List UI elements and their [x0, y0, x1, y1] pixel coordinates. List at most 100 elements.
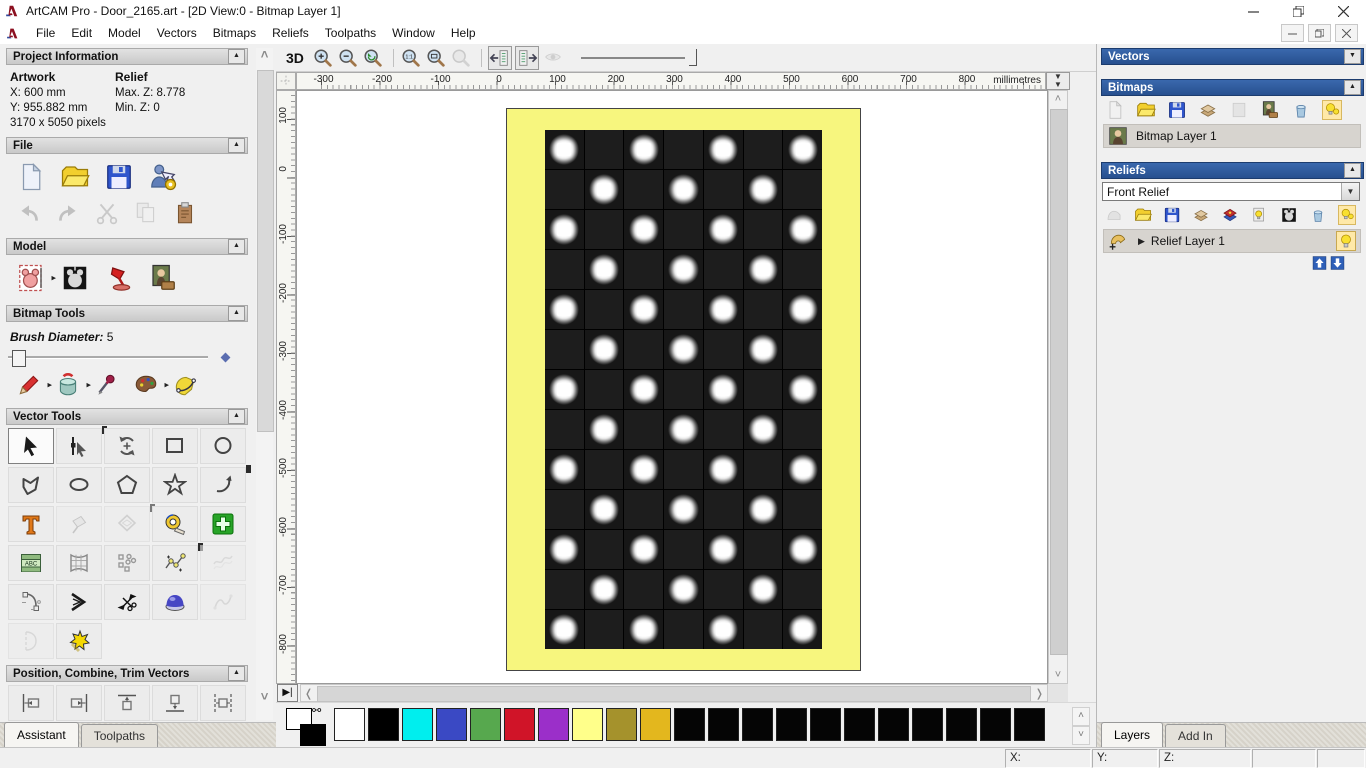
mdi-restore-button[interactable] — [1308, 24, 1331, 42]
scroll-down-icon[interactable]: ˅ — [1049, 669, 1067, 681]
drawing-canvas[interactable] — [296, 90, 1048, 684]
horizontal-scrollbar[interactable]: ❬ ❭ — [300, 684, 1048, 702]
delete-trash-icon[interactable] — [1291, 100, 1311, 120]
palette-swatch-2[interactable] — [402, 708, 433, 741]
tab-add-in[interactable]: Add In — [1165, 724, 1226, 747]
move-layer-up-button[interactable] — [1312, 256, 1327, 270]
palette-swatch-12[interactable] — [742, 708, 773, 741]
vectors-header[interactable]: Vectors ▼ — [1101, 48, 1364, 65]
bitmap-layer-item[interactable]: Bitmap Layer 1 — [1103, 124, 1361, 148]
brush-diameter-slider[interactable] — [8, 350, 208, 364]
palette-swatch-3[interactable] — [436, 708, 467, 741]
minimize-button[interactable] — [1231, 0, 1276, 22]
expand-vectors-button[interactable]: ▼ — [1344, 49, 1361, 64]
create-freeform-icon[interactable] — [8, 467, 54, 503]
file-section-header[interactable]: File ▲ — [6, 137, 248, 154]
vector-texture-icon[interactable] — [56, 623, 102, 659]
link-colours-icon[interactable]: ⚯ — [312, 704, 321, 717]
combo-dropdown-icon[interactable]: ▼ — [1341, 183, 1359, 200]
palette-scroll-up-icon[interactable]: ˄ — [1072, 707, 1090, 726]
measure-icon[interactable] — [152, 506, 198, 542]
palette-swatch-7[interactable] — [572, 708, 603, 741]
vector-doctor-icon[interactable] — [200, 506, 246, 542]
collapse-project-info-button[interactable]: ▲ — [228, 49, 245, 64]
adjust-model-icon[interactable] — [1280, 205, 1298, 225]
vertical-scrollbar[interactable]: ˄ ˅ — [1048, 90, 1068, 684]
paste-stack-icon[interactable] — [1198, 100, 1218, 120]
collapse-reliefs-button[interactable]: ▲ — [1344, 163, 1361, 178]
tab-toolpaths[interactable]: Toolpaths — [81, 724, 158, 747]
create-arc-icon[interactable] — [200, 467, 246, 503]
open-folder-icon[interactable] — [60, 162, 90, 192]
vertical-scroll-thumb[interactable] — [1050, 109, 1068, 655]
menu-help[interactable]: Help — [443, 24, 484, 42]
palette-swatch-8[interactable] — [606, 708, 637, 741]
project-information-header[interactable]: Project Information ▲ — [6, 48, 248, 65]
fade-relief-slider[interactable] — [581, 49, 697, 67]
menu-vectors[interactable]: Vectors — [149, 24, 205, 42]
align-left-icon[interactable] — [8, 685, 54, 721]
select-vectors-icon[interactable] — [8, 428, 54, 464]
zoom-out-icon[interactable] — [337, 47, 359, 69]
palette-swatch-18[interactable] — [946, 708, 977, 741]
collapse-file-button[interactable]: ▲ — [228, 138, 245, 153]
create-star-icon[interactable] — [152, 467, 198, 503]
align-top-icon[interactable] — [104, 685, 150, 721]
flood-fill-icon[interactable] — [55, 372, 81, 398]
palette-swatch-17[interactable] — [912, 708, 943, 741]
relief-visibility-bulb-icon[interactable] — [1336, 231, 1356, 251]
brush-slider-thumb[interactable] — [12, 350, 26, 367]
toggle-visibility-icon[interactable] — [1322, 100, 1342, 120]
palette-swatch-10[interactable] — [674, 708, 705, 741]
open-folder-icon[interactable] — [1134, 205, 1152, 225]
create-text-icon[interactable] — [8, 506, 54, 542]
palette-swatch-11[interactable] — [708, 708, 739, 741]
scroll-left-icon[interactable]: ❬ — [304, 687, 313, 700]
zoom-in-icon[interactable] — [312, 47, 334, 69]
mdi-minimize-button[interactable] — [1281, 24, 1304, 42]
nesting-icon[interactable] — [104, 545, 150, 581]
next-bitmap-icon[interactable] — [515, 46, 539, 70]
fillet-tool-icon[interactable] — [8, 584, 54, 620]
bulb-sheet-icon[interactable] — [1250, 205, 1268, 225]
scroll-up-icon[interactable]: ˄ — [1049, 93, 1067, 105]
palette-scroll-down-icon[interactable]: ˅ — [1072, 726, 1090, 745]
expand-relief-layer-icon[interactable]: ▶ — [1138, 236, 1145, 247]
create-ellipse-icon[interactable] — [56, 467, 102, 503]
create-circle-icon[interactable] — [200, 428, 246, 464]
palette-swatch-16[interactable] — [878, 708, 909, 741]
scroll-right-icon[interactable]: ❭ — [1035, 687, 1044, 700]
trim-vectors-icon[interactable] — [104, 584, 150, 620]
align-bottom-icon[interactable] — [152, 685, 198, 721]
envelope-distort-icon[interactable] — [56, 545, 102, 581]
texture-relief-icon[interactable] — [1260, 100, 1280, 120]
previous-bitmap-icon[interactable] — [488, 46, 512, 70]
delete-trash-icon[interactable] — [1309, 205, 1327, 225]
lighting-icon[interactable] — [104, 263, 134, 293]
bitmap-tools-header[interactable]: Bitmap Tools ▲ — [6, 305, 248, 322]
set-model-size-icon[interactable] — [16, 263, 46, 293]
close-button[interactable] — [1321, 0, 1366, 22]
palette-swatch-20[interactable] — [1014, 708, 1045, 741]
create-bridge-icon[interactable] — [152, 545, 198, 581]
create-polygon-icon[interactable] — [104, 467, 150, 503]
palette-swatch-14[interactable] — [810, 708, 841, 741]
open-folder-icon[interactable] — [1136, 100, 1156, 120]
bitmap-to-vector-icon[interactable] — [172, 372, 198, 398]
menu-model[interactable]: Model — [100, 24, 149, 42]
join-vectors-icon[interactable] — [56, 584, 102, 620]
new-file-icon[interactable] — [16, 162, 46, 192]
notes-icon[interactable] — [172, 200, 198, 226]
text-on-curve-icon[interactable]: ABC — [8, 545, 54, 581]
menu-edit[interactable]: Edit — [63, 24, 100, 42]
horizontal-scroll-thumb[interactable] — [317, 686, 1031, 702]
vector-tools-header[interactable]: Vector Tools ▲ — [6, 408, 248, 425]
tab-assistant[interactable]: Assistant — [4, 722, 79, 747]
assistant-scrollbar[interactable]: ˄ ˅ — [256, 48, 273, 720]
palette-swatch-13[interactable] — [776, 708, 807, 741]
colour-indicator[interactable]: ⚯ — [286, 708, 326, 744]
zoom-previous-icon[interactable] — [362, 47, 384, 69]
palette-swatch-9[interactable] — [640, 708, 671, 741]
reliefs-header[interactable]: Reliefs ▲ — [1101, 162, 1364, 179]
palette-swatch-4[interactable] — [470, 708, 501, 741]
